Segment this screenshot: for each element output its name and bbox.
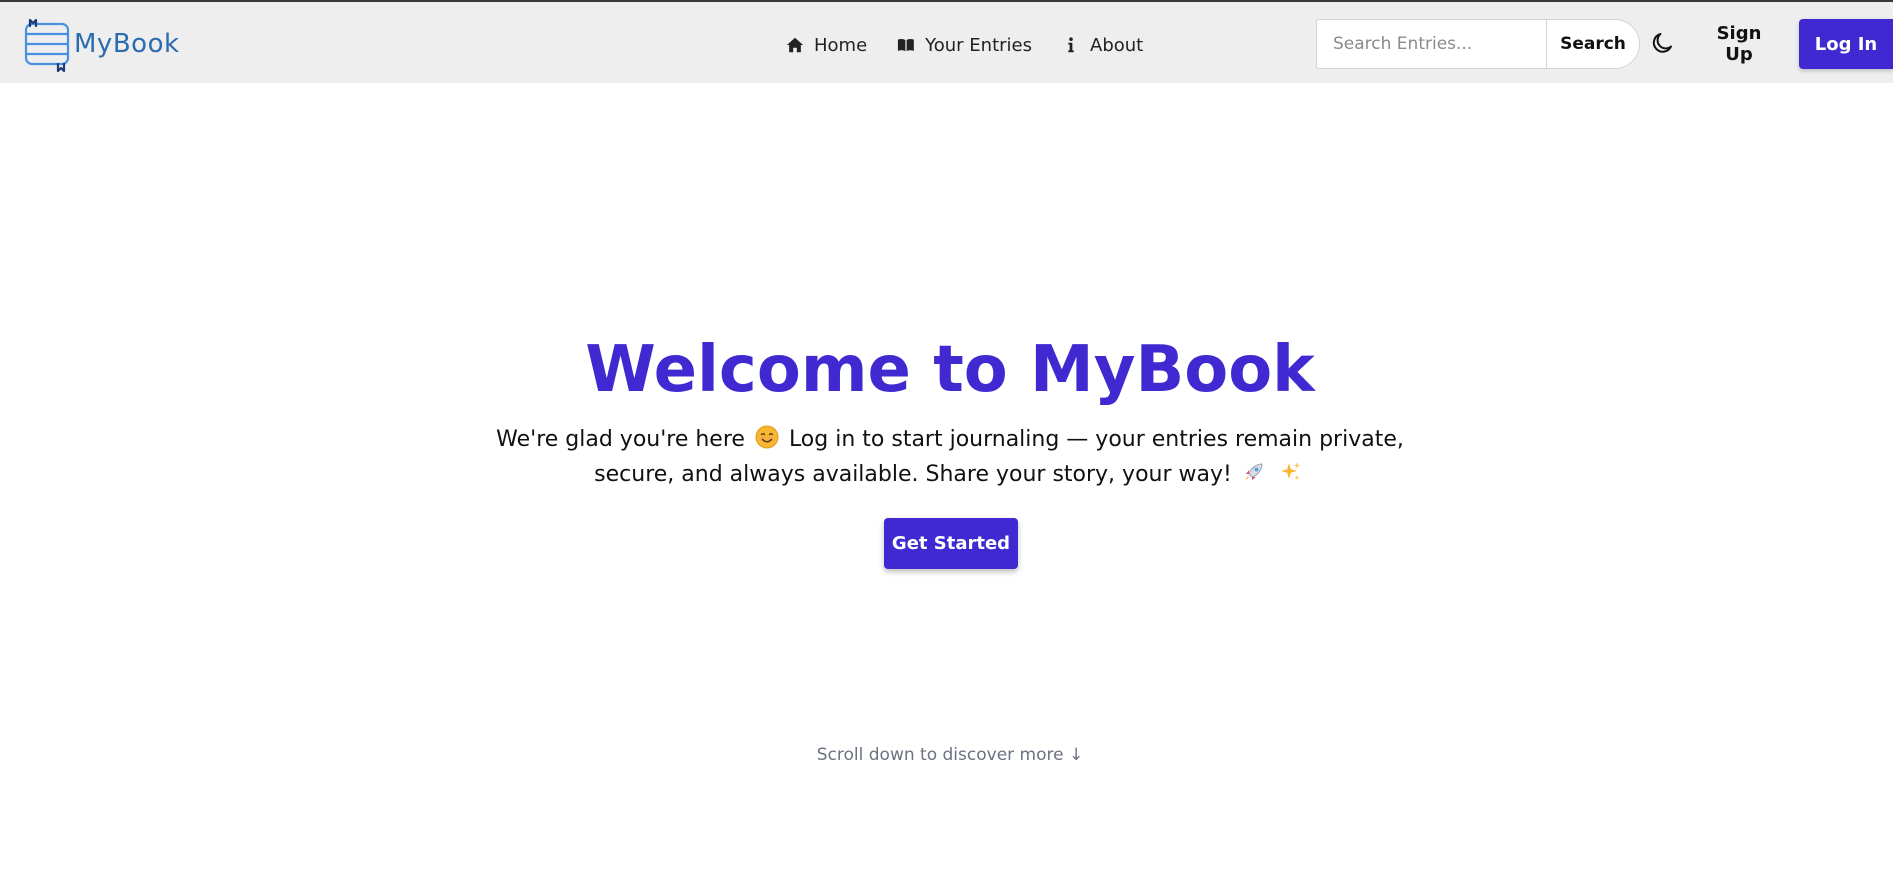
nav-home[interactable]: Home [786, 35, 867, 56]
book-logo-icon [24, 18, 70, 72]
nav-about-label: About [1090, 34, 1144, 56]
get-started-button[interactable]: Get Started [884, 518, 1018, 569]
nav-your-entries[interactable]: Your Entries [897, 35, 1032, 56]
log-in-button[interactable]: Log In [1799, 19, 1893, 69]
sparkles-emoji-icon [1280, 462, 1301, 481]
search-form: Search [1316, 19, 1640, 69]
hero-subtitle: We're glad you're here Log in to start j… [470, 422, 1430, 492]
rocket-emoji-icon [1245, 463, 1263, 480]
nav-about[interactable]: About [1062, 35, 1143, 56]
hero-title: Welcome to MyBook [585, 333, 1315, 407]
scroll-hint: Scroll down to discover more ↓ [816, 745, 1084, 765]
sign-up-button[interactable]: Sign Up [1695, 19, 1783, 69]
search-button[interactable]: Search [1546, 19, 1640, 69]
home-icon [786, 36, 804, 54]
main-nav: Home Your Entries About [786, 25, 1173, 65]
navbar: MyBook Home Your Entries About Search En… [0, 2, 1893, 83]
theme-toggle-button[interactable] [1649, 29, 1677, 57]
smiling-face-emoji-icon [755, 425, 779, 449]
book-icon [897, 36, 915, 54]
nav-home-label: Home [814, 34, 868, 56]
hero-subtitle-part1: We're glad you're here [496, 427, 745, 452]
brand-name: MyBook [74, 29, 180, 59]
search-input[interactable] [1316, 19, 1546, 69]
info-icon [1062, 36, 1080, 54]
brand-link[interactable]: MyBook [22, 16, 180, 72]
moon-icon [1652, 33, 1672, 53]
nav-your-entries-label: Your Entries [925, 34, 1032, 56]
hero-section: Welcome to MyBook We're glad you're here… [0, 330, 1893, 492]
